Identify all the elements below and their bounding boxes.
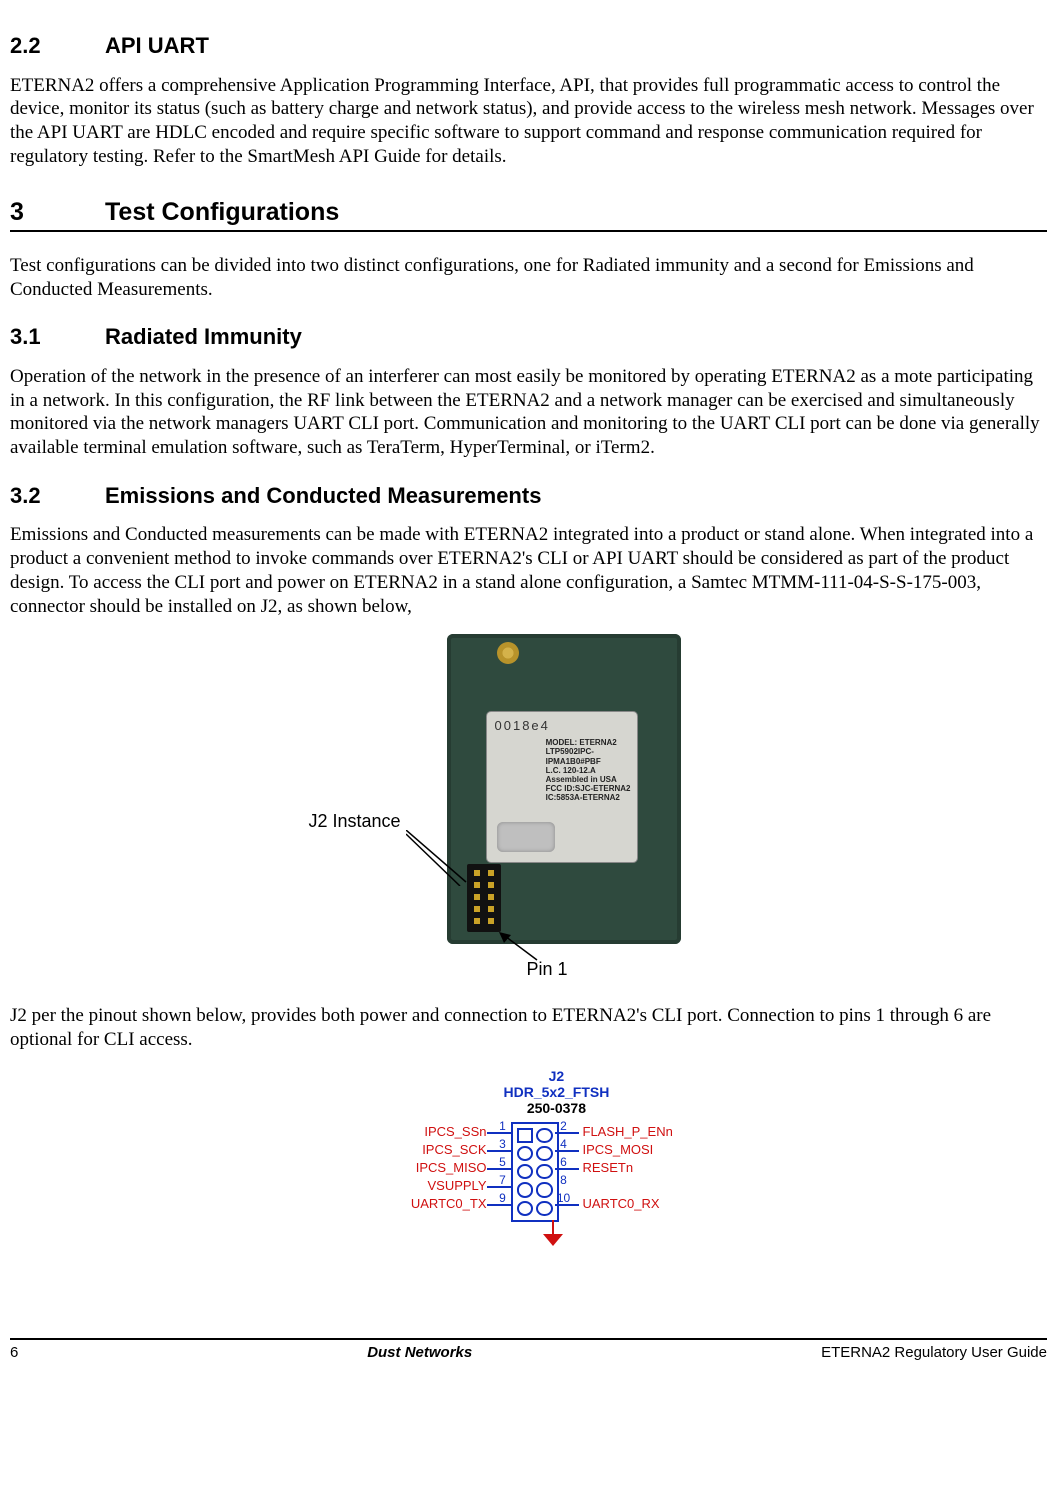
ground-stem [552,1220,554,1234]
signal-label: UARTC0_RX [583,1196,713,1212]
heading-text: API UART [105,33,209,58]
j2-header-icon [467,864,501,932]
pin-8-icon [536,1182,553,1197]
pin-1-icon [517,1128,534,1143]
signal-label: IPCS_SCK [367,1142,487,1158]
paragraph: Emissions and Conducted measurements can… [10,523,1047,618]
pin-7-icon [517,1182,534,1197]
signal-label: UARTC0_TX [367,1196,487,1212]
rf-shield: 0018e4 MODEL: ETERNA2 LTP5902IPC- IPMA1B… [487,712,637,862]
ground-symbol-icon [543,1234,563,1246]
pin-number: 8 [557,1173,571,1188]
footer-center: Dust Networks [367,1344,472,1363]
signal-label: RESETn [583,1160,713,1176]
signal-label: VSUPPLY [367,1178,487,1194]
crystal-icon [497,822,555,852]
signal-label: IPCS_MOSI [583,1142,713,1158]
heading-2-2: 2.2API UART [10,32,1047,60]
connector-outline [511,1122,559,1222]
pin-number: 6 [557,1155,571,1170]
callout-j2-instance: J2 Instance [309,810,401,833]
heading-3: 3Test Configurations [10,197,1047,232]
page-footer: 6 Dust Networks ETERNA2 Regulatory User … [10,1338,1047,1363]
page-number: 6 [10,1344,18,1363]
leader-line-icon [406,830,470,886]
pin-6-icon [536,1164,553,1179]
heading-3-1: 3.1Radiated Immunity [10,323,1047,351]
signal-label: IPCS_MISO [367,1160,487,1176]
heading-num: 3 [10,197,105,228]
pin-2-icon [536,1128,553,1143]
connector-part: HDR_5x2_FTSH [504,1084,610,1100]
pin-number: 2 [557,1119,571,1134]
pin-4-icon [536,1146,553,1161]
figure-board-photo: 0018e4 MODEL: ETERNA2 LTP5902IPC- IPMA1B… [10,634,1047,984]
pin-number: 7 [496,1173,510,1188]
pcb-board: 0018e4 MODEL: ETERNA2 LTP5902IPC- IPMA1B… [447,634,681,944]
connector-title: J2 HDR_5x2_FTSH 250-0378 [504,1068,610,1116]
connector-ref: J2 [504,1068,610,1084]
pin-10-icon [536,1201,553,1216]
signal-label: IPCS_SSn [367,1124,487,1140]
pin-number: 5 [496,1155,510,1170]
pin-number: 10 [557,1191,571,1206]
paragraph: Operation of the network in the presence… [10,365,1047,460]
heading-text: Test Configurations [105,198,339,226]
pin-number: 4 [557,1137,571,1152]
heading-num: 3.2 [10,482,105,510]
footer-doc-title: ETERNA2 Regulatory User Guide [821,1344,1047,1363]
paragraph: J2 per the pinout shown below, provides … [10,1004,1047,1052]
heading-num: 2.2 [10,32,105,60]
mac-label: 0018e4 [495,718,550,734]
callout-pin1: Pin 1 [527,958,568,981]
heading-3-2: 3.2Emissions and Conducted Measurements [10,482,1047,510]
paragraph: ETERNA2 offers a comprehensive Applicati… [10,74,1047,169]
pin-3-icon [517,1146,534,1161]
paragraph: Test configurations can be divided into … [10,254,1047,302]
pin-number: 3 [496,1137,510,1152]
connector-pn: 250-0378 [504,1100,610,1116]
heading-text: Emissions and Conducted Measurements [105,483,541,508]
pin-number: 9 [496,1191,510,1206]
pin-number: 1 [496,1119,510,1134]
module-label: MODEL: ETERNA2 LTP5902IPC- IPMA1B0#PBF L… [546,738,631,802]
pin-9-icon [517,1201,534,1216]
signal-label: FLASH_P_ENn [583,1124,713,1140]
heading-text: Radiated Immunity [105,324,302,349]
ufl-connector-icon [497,642,519,664]
figure-pinout: J2 HDR_5x2_FTSH 250-0378 IPCS_SSn IPCS_S… [10,1068,1047,1258]
heading-num: 3.1 [10,323,105,351]
pin-5-icon [517,1164,534,1179]
